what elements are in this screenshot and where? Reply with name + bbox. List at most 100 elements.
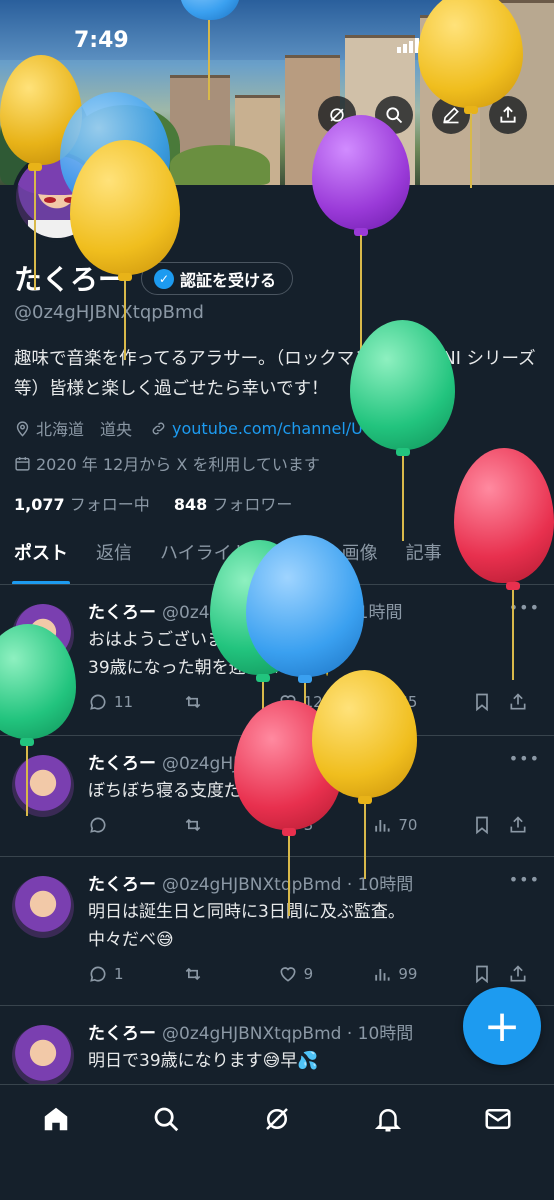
share-icon [510, 693, 526, 710]
profile-name: たくろー [14, 263, 127, 296]
back-arrow-icon [36, 109, 51, 121]
tab-highlights[interactable]: ハイライト [146, 535, 264, 584]
heart-icon [280, 818, 296, 833]
bookmark-button[interactable] [472, 964, 508, 984]
retweet-icon [185, 695, 201, 709]
home-icon [44, 1107, 68, 1131]
battery-indicator: 76 [470, 31, 502, 50]
bookmark-icon [476, 965, 489, 984]
reply-button[interactable]: 1 [88, 964, 183, 984]
share-icon [510, 816, 526, 833]
bookmark-icon [476, 816, 489, 835]
post-share-button[interactable] [508, 964, 538, 984]
link-icon [152, 422, 165, 434]
post-share-button[interactable] [508, 815, 538, 835]
post-item[interactable]: たくろー @0z4gHJBNXtqpBmd · 10時間 ••• 明日は誕生日と同… [0, 858, 554, 1006]
grok-button[interactable] [318, 96, 356, 134]
share-button[interactable] [489, 96, 527, 134]
reply-icon [90, 966, 106, 982]
calendar-icon [15, 456, 30, 471]
bookmark-button[interactable] [472, 692, 508, 712]
tab-images[interactable]: 画像 [328, 535, 392, 584]
post-header: たくろー @0z4gHJBNXtqpBmd · 10時間 [88, 875, 414, 895]
followers-link[interactable]: 848 フォロワー [174, 495, 293, 514]
profile-avatar[interactable] [12, 152, 102, 242]
grok-icon [266, 1108, 288, 1130]
compose-post-button[interactable]: + [463, 987, 541, 1065]
search-icon [386, 107, 403, 124]
mail-icon [485, 1109, 511, 1129]
location-icon [16, 420, 29, 437]
retweet-button[interactable] [183, 692, 278, 712]
post-item[interactable]: たくろー @0z4gHJBNXtqpBmd · 9時間 ••• ぼちぼち寝る支度だ… [0, 737, 554, 857]
views-button[interactable]: 99 [372, 964, 472, 984]
retweet-button[interactable] [183, 815, 278, 835]
tab-articles[interactable]: 記事 [392, 535, 456, 584]
edit-icon [443, 107, 459, 124]
like-button[interactable]: 3 [278, 815, 373, 835]
tab-likes[interactable]: いいね [456, 535, 538, 584]
search-icon [154, 1107, 179, 1132]
post-avatar[interactable] [12, 1025, 74, 1087]
nav-grok[interactable] [259, 1101, 295, 1137]
more-options-icon[interactable]: ••• [509, 870, 540, 889]
profile-handle: @0z4gHJBNXtqpBmd [14, 302, 204, 323]
status-bar: 7:49 4G 76 [0, 28, 554, 58]
retweet-icon [185, 967, 201, 981]
status-time: 7:49 [74, 28, 129, 53]
get-verified-label: 認証を受ける [180, 270, 277, 290]
post-header: たくろー @0z4gHJBNXtqpBmd · 9時間 [88, 754, 403, 774]
retweet-icon [185, 818, 201, 832]
heart-icon [280, 967, 296, 982]
profile-tabs: ポスト 返信 ハイライト 動画 画像 記事 いいね [0, 535, 554, 585]
bookmark-button[interactable] [472, 815, 508, 835]
nav-home[interactable] [38, 1101, 74, 1137]
get-verified-button[interactable]: ✓ 認証を受ける [141, 262, 294, 295]
views-icon [375, 820, 390, 832]
nav-notifications[interactable] [370, 1101, 406, 1137]
bottom-navigation [0, 1084, 554, 1200]
post-avatar[interactable] [12, 876, 74, 938]
post-text: 明日で39歳になります😅早💦 [88, 1051, 319, 1071]
search-button[interactable] [375, 96, 413, 134]
post-actions: 3 70 [88, 815, 538, 835]
more-options-icon[interactable]: ••• [509, 598, 540, 617]
back-button[interactable] [25, 96, 63, 134]
views-button[interactable]: 70 [372, 815, 472, 835]
reply-icon [90, 694, 106, 710]
bookmark-icon [476, 693, 489, 712]
reply-button[interactable] [88, 815, 183, 835]
more-options-icon[interactable]: ••• [509, 749, 540, 768]
share-icon [510, 965, 526, 982]
post-header: たくろー @0z4gHJBNXtqpBmd · 10時間 [88, 1024, 414, 1044]
like-button[interactable]: 12 [278, 692, 373, 712]
post-text: 明日は誕生日と同時に3日間に及ぶ監査。 中々だべ😅 [88, 902, 405, 950]
follow-stats: 1,077 フォロー中 848 フォロワー [14, 491, 292, 515]
tab-videos[interactable]: 動画 [264, 535, 328, 584]
post-avatar[interactable] [12, 604, 74, 666]
signal-icon [397, 34, 421, 53]
profile-meta-joined: 2020 年 12月から X を利用しています [14, 451, 320, 475]
like-button[interactable]: 9 [278, 964, 373, 984]
profile-meta-location: 北海道 道央 youtube.com/channel/UCYhPZ... [14, 416, 430, 440]
post-item[interactable]: たくろー @0z4gHJBNXtqpBmd · 1時間 ••• おはようございます… [0, 586, 554, 736]
edit-button[interactable] [432, 96, 470, 134]
views-icon [375, 697, 390, 709]
views-button[interactable]: 65 [372, 692, 472, 712]
reply-button[interactable]: 11 [88, 692, 183, 712]
tab-posts[interactable]: ポスト [0, 535, 82, 584]
retweet-button[interactable] [183, 964, 278, 984]
reply-icon [90, 817, 106, 833]
tab-replies[interactable]: 返信 [82, 535, 146, 584]
following-link[interactable]: 1,077 フォロー中 [14, 495, 150, 514]
nav-messages[interactable] [480, 1101, 516, 1137]
network-type: 4G [431, 30, 459, 51]
post-share-button[interactable] [508, 692, 538, 712]
verified-badge-icon: ✓ [154, 268, 174, 289]
post-avatar[interactable] [12, 755, 74, 817]
location-text: 北海道 道央 [36, 420, 133, 439]
post-actions: 1 9 99 [88, 964, 538, 984]
post-header: たくろー @0z4gHJBNXtqpBmd · 1時間 [88, 603, 403, 623]
nav-search[interactable] [148, 1101, 184, 1137]
profile-link[interactable]: youtube.com/channel/UCYhPZ... [172, 419, 430, 438]
